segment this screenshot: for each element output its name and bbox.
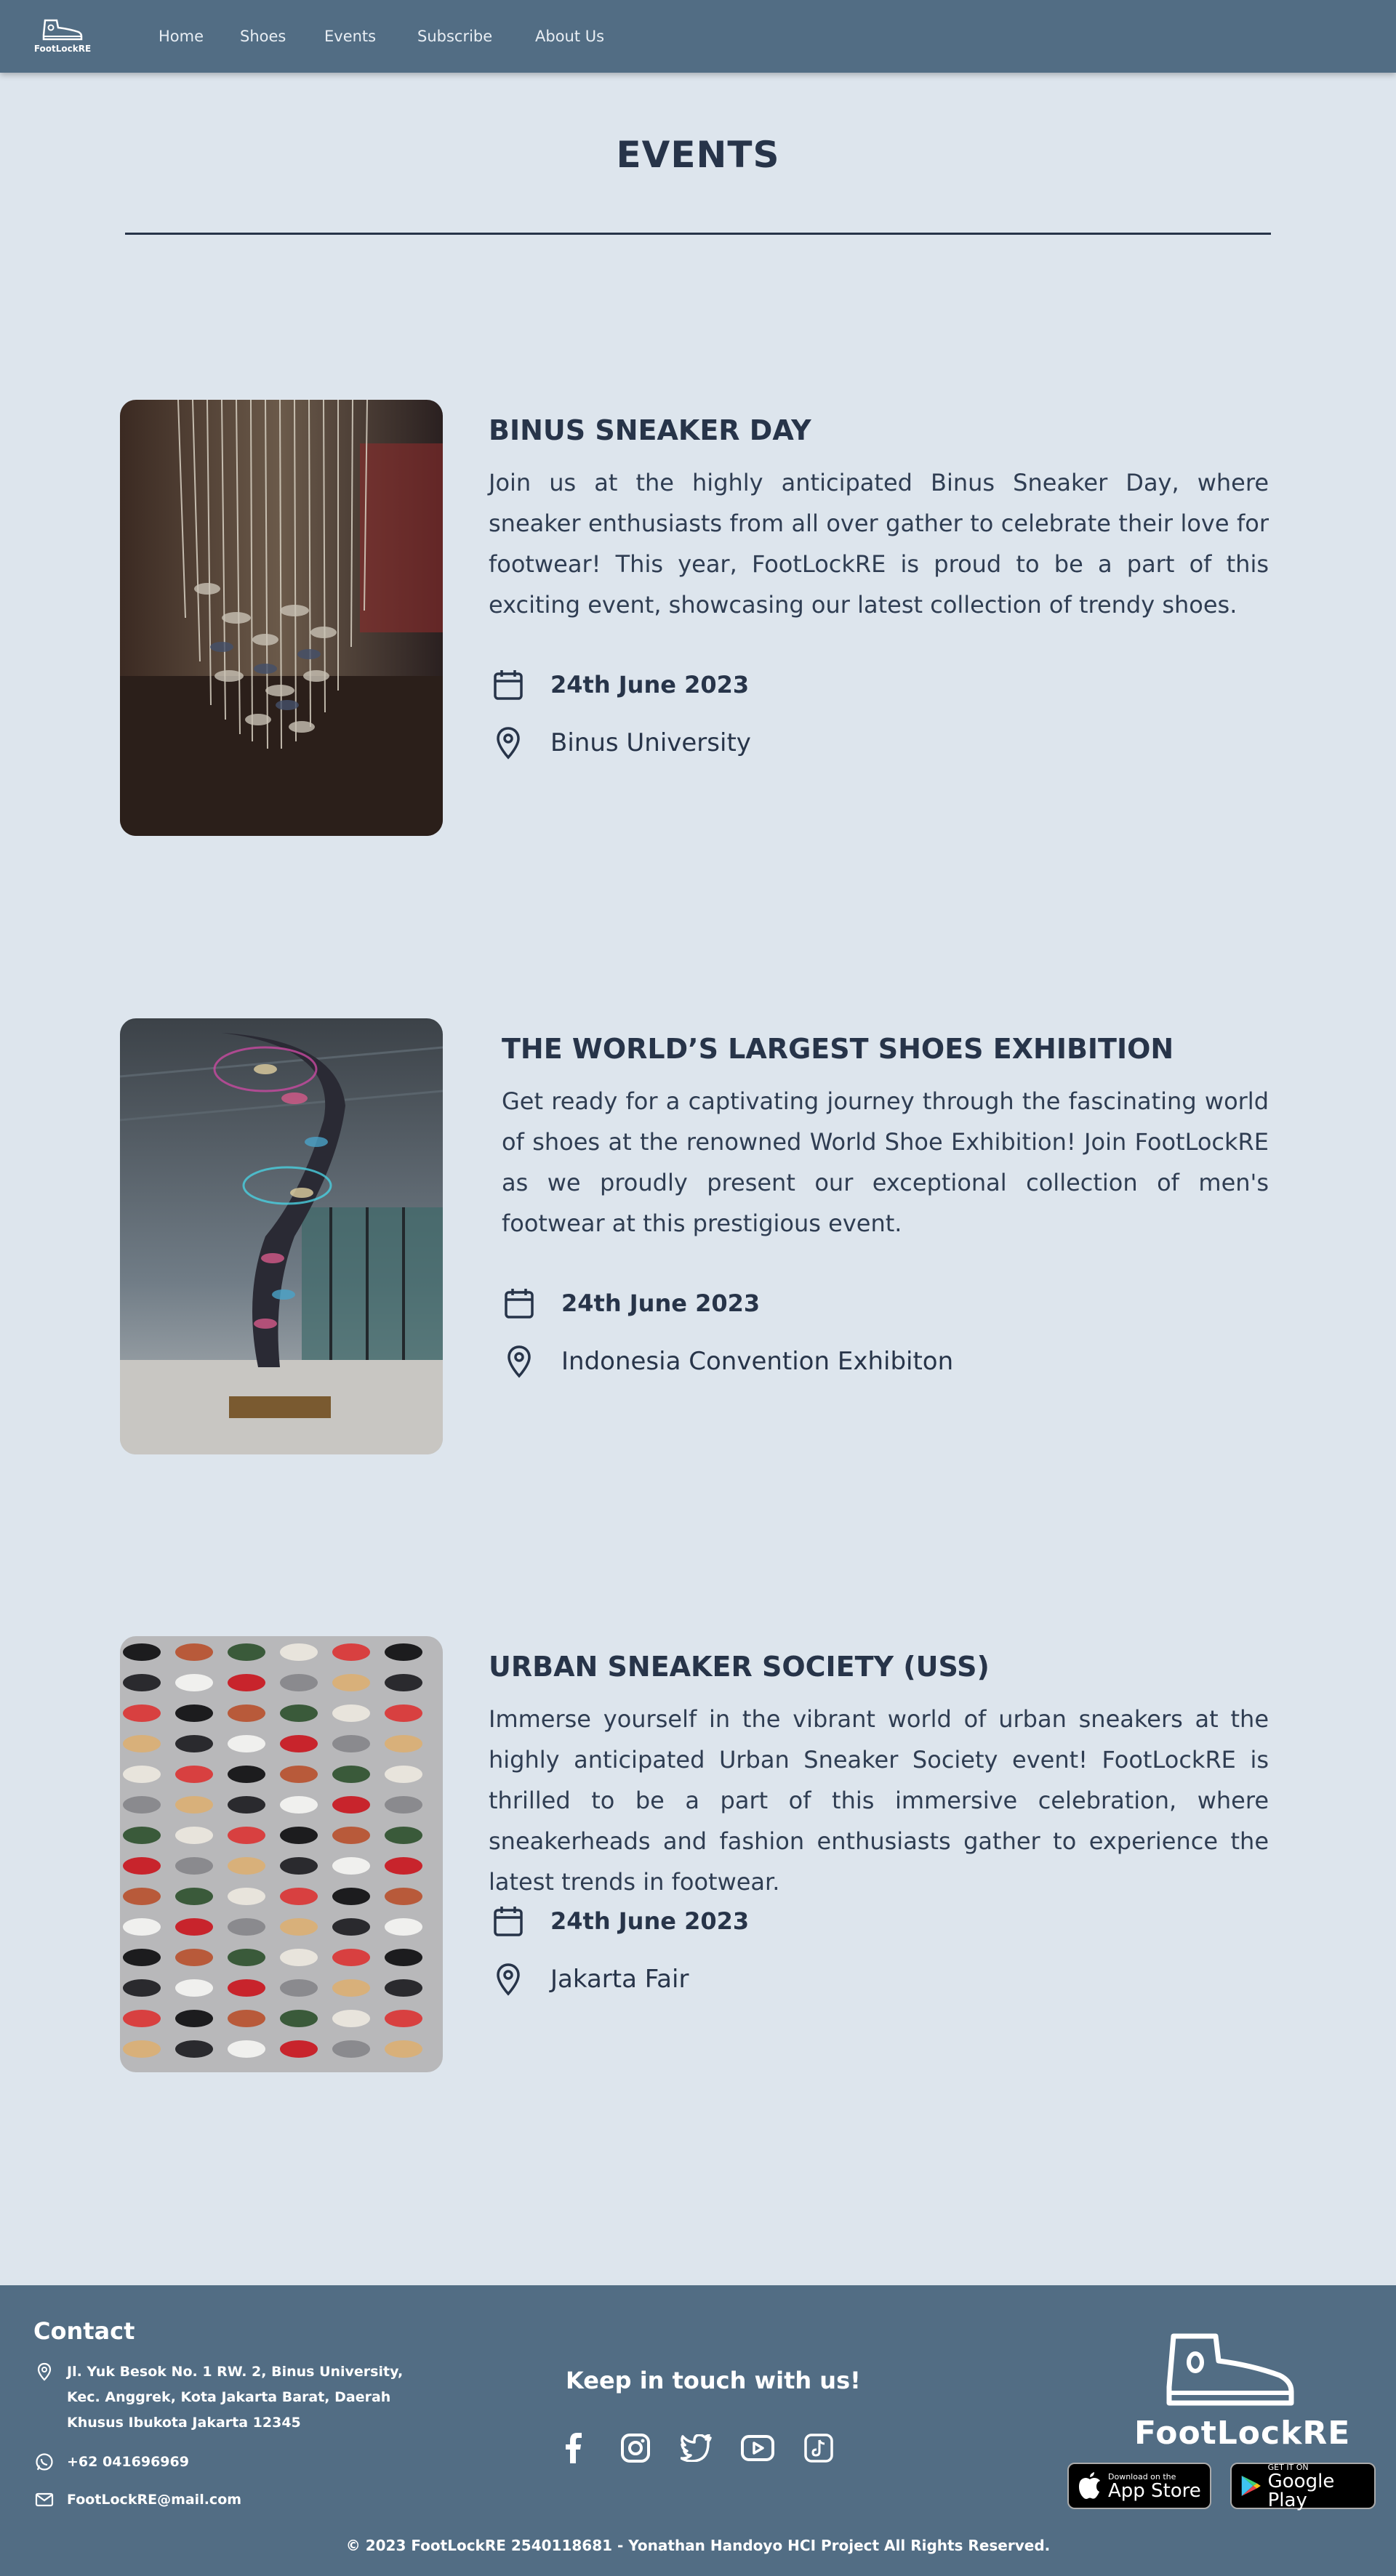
event-title: URBAN SNEAKER SOCIETY (USS) — [489, 1651, 990, 1683]
address-line: Jl. Yuk Besok No. 1 RW. 2, Binus Univers… — [67, 2364, 404, 2380]
contact-email[interactable]: FootLockRE@mail.com — [33, 2487, 241, 2513]
event-location-row: Indonesia Convention Exhibiton — [500, 1340, 953, 1383]
footer: Contact Jl. Yuk Besok No. 1 RW. 2, Binus… — [0, 2285, 1396, 2576]
event-date: 24th June 2023 — [561, 1289, 761, 1317]
event-location: Indonesia Convention Exhibiton — [561, 1347, 954, 1376]
event-description: Get ready for a captivating journey thro… — [502, 1087, 1269, 1237]
address-line: Kec. Anggrek, Kota Jakarta Barat, Daerah — [67, 2389, 391, 2405]
nav-logo-text: FootLockRE — [33, 44, 92, 54]
event-date: 24th June 2023 — [550, 1907, 750, 1935]
tiktok-icon[interactable] — [801, 2431, 836, 2466]
event-image-sneaker-wall — [120, 1636, 443, 2072]
event-description: Join us at the highly anticipated Binus … — [489, 469, 1269, 619]
event-image-shoe-tornado — [120, 1018, 443, 1454]
youtube-icon[interactable] — [740, 2431, 775, 2466]
navbar: FootLockRE Home Shoes Events Subscribe A… — [0, 0, 1396, 73]
event-description: Immerse yourself in the vibrant world of… — [489, 1705, 1269, 1896]
footer-brand-logo[interactable]: FootLockRE — [1134, 2333, 1351, 2452]
event-title: BINUS SNEAKER DAY — [489, 414, 811, 446]
contact-phone[interactable]: +62 041696969 — [33, 2450, 189, 2475]
app-store-badge[interactable]: Download on the App Store — [1067, 2463, 1211, 2509]
app-store-big-text: App Store — [1108, 2479, 1201, 2502]
location-pin-icon — [500, 1343, 538, 1380]
google-play-big-text: Google Play — [1267, 2470, 1335, 2511]
event-date-row: 24th June 2023 — [500, 1281, 760, 1325]
shoe-logo-icon — [1166, 2333, 1294, 2406]
event-location-row: Jakarta Fair — [489, 1957, 689, 2001]
google-play-icon — [1241, 2476, 1261, 2496]
event-date-row: 24th June 2023 — [489, 663, 749, 707]
twitter-icon[interactable] — [679, 2431, 714, 2466]
location-pin-icon — [489, 1960, 527, 1998]
apple-icon — [1079, 2472, 1100, 2499]
location-pin-icon — [33, 2361, 55, 2383]
calendar-icon — [500, 1284, 538, 1322]
facebook-icon[interactable] — [557, 2431, 592, 2466]
calendar-icon — [489, 1902, 527, 1940]
location-pin-icon — [489, 724, 527, 762]
contact-title: Contact — [33, 2317, 135, 2345]
email-address: FootLockRE@mail.com — [67, 2492, 242, 2508]
nav-links: Home Shoes Events Subscribe About Us — [159, 0, 622, 73]
event-image-sneaker-chandelier — [120, 400, 443, 836]
event-card-3: URBAN SNEAKER SOCIETY (USS) Immerse your… — [120, 1636, 1269, 2072]
mail-icon — [33, 2489, 55, 2511]
event-location: Jakarta Fair — [550, 1965, 689, 1994]
event-location: Binus University — [550, 728, 751, 757]
nav-link-shoes[interactable]: Shoes — [240, 28, 324, 45]
event-card-2: THE WORLD’S LARGEST SHOES EXHIBITION Get… — [120, 1018, 1269, 1454]
google-play-badge[interactable]: GET IT ON Google Play — [1230, 2463, 1376, 2511]
address-line: Khusus Ibukota Jakarta 12345 — [67, 2415, 301, 2431]
contact-address: Jl. Yuk Besok No. 1 RW. 2, Binus Univers… — [33, 2359, 403, 2436]
nav-link-home[interactable]: Home — [159, 28, 240, 45]
event-location-row: Binus University — [489, 721, 751, 765]
event-title: THE WORLD’S LARGEST SHOES EXHIBITION — [502, 1033, 1174, 1065]
nav-logo[interactable]: FootLockRE — [33, 17, 92, 57]
nav-link-about-us[interactable]: About Us — [535, 28, 622, 45]
title-divider — [125, 233, 1271, 235]
nav-link-events[interactable]: Events — [324, 28, 417, 45]
footer-brand-text: FootLockRE — [1134, 2415, 1351, 2452]
calendar-icon — [489, 666, 527, 704]
social-links — [557, 2431, 862, 2466]
copyright-text: © 2023 FootLockRE 2540118681 - Yonathan … — [345, 2537, 1051, 2554]
event-date-row: 24th June 2023 — [489, 1899, 749, 1943]
shoe-logo-icon — [42, 19, 83, 41]
whatsapp-icon — [33, 2451, 55, 2473]
nav-link-subscribe[interactable]: Subscribe — [417, 28, 535, 45]
event-card-1: BINUS SNEAKER DAY Join us at the highly … — [120, 400, 1269, 836]
page-title: EVENTS — [616, 134, 780, 176]
event-date: 24th June 2023 — [550, 671, 750, 699]
phone-number: +62 041696969 — [67, 2454, 189, 2470]
instagram-icon[interactable] — [618, 2431, 653, 2466]
keep-in-touch-title: Keep in touch with us! — [566, 2367, 861, 2394]
